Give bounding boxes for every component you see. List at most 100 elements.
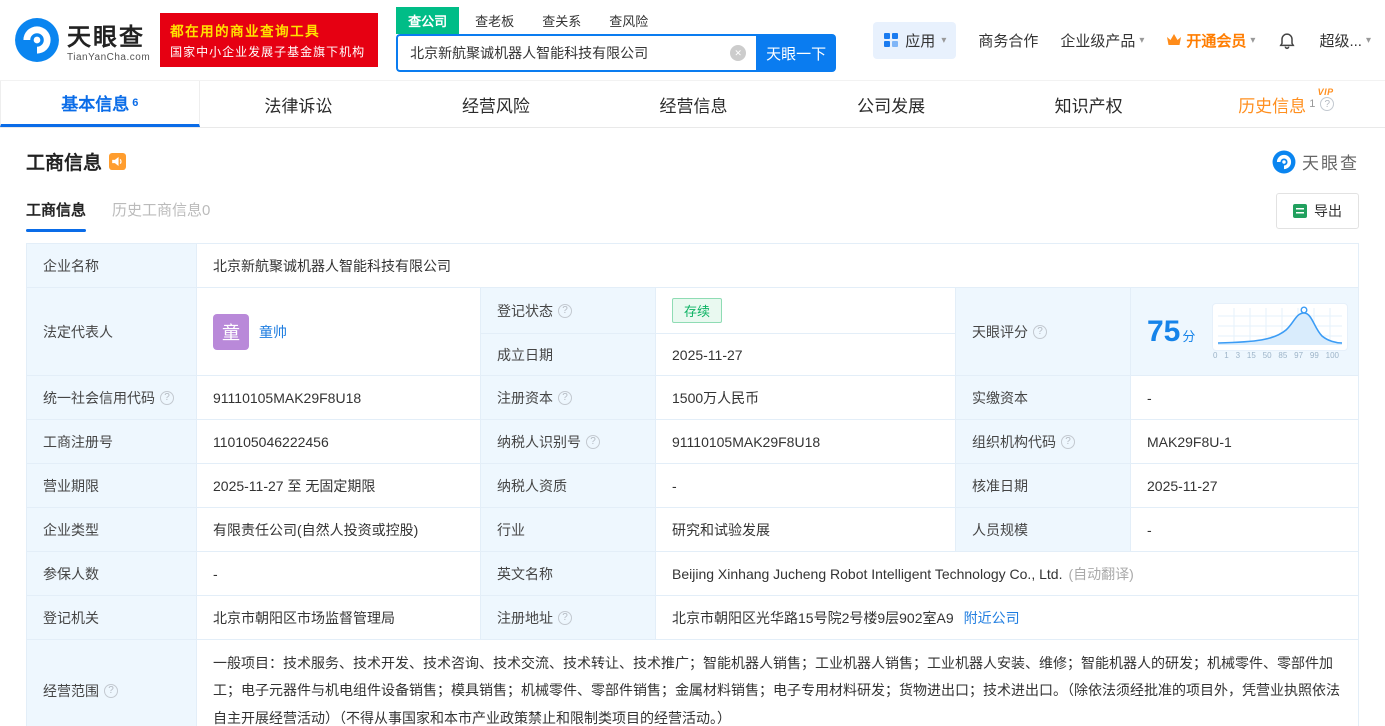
business-scope-value: 一般项目：技术服务、技术开发、技术咨询、技术交流、技术转让、技术推广；智能机器人… <box>213 655 1340 726</box>
subtab-business-info[interactable]: 工商信息 <box>26 199 87 232</box>
company-name-value: 北京新航聚诚机器人智能科技有限公司 <box>197 244 1359 288</box>
announcement-icon[interactable] <box>109 153 127 170</box>
help-icon[interactable]: ? <box>558 610 572 625</box>
score-axis: 0 1 3 15 50 85 97 99 100 <box>1212 351 1340 360</box>
field-label: 工商注册号 <box>27 420 197 464</box>
industry-value: 研究和试验发展 <box>656 508 956 552</box>
header-right: 应用 ▾ 商务合作 企业级产品 ▾ 开通会员 ▾ 超级... ▾ <box>873 21 1371 59</box>
legal-rep-link[interactable]: 童帅 <box>259 322 287 342</box>
company-type-value: 有限责任公司(自然人投资或控股) <box>197 508 481 552</box>
tab-history-info[interactable]: VIP 历史信息 1 ? <box>1187 81 1385 127</box>
help-icon[interactable]: ? <box>1061 434 1075 449</box>
vip-badge: VIP <box>1317 87 1334 97</box>
tab-company-development[interactable]: 公司发展 <box>792 81 990 127</box>
apps-menu[interactable]: 应用 ▾ <box>873 21 957 59</box>
caret-down-icon: ▾ <box>941 34 947 46</box>
tab-intellectual-property[interactable]: 知识产权 <box>990 81 1188 127</box>
search-tab-boss[interactable]: 查老板 <box>463 7 526 34</box>
tab-label: 知识产权 <box>1054 96 1123 116</box>
notifications-bell[interactable] <box>1277 30 1297 50</box>
table-row: 工商注册号 110105046222456 纳税人识别号 ? 91110105M… <box>27 420 1359 464</box>
help-icon[interactable]: ? <box>160 390 174 405</box>
section-title-text: 工商信息 <box>26 153 103 174</box>
help-icon[interactable]: ? <box>104 683 118 698</box>
tab-basic-info[interactable]: 基本信息 6 <box>0 81 200 127</box>
promo-line1: 都在用的商业查询工具 <box>170 24 321 39</box>
staff-size-value: - <box>1131 508 1359 552</box>
link-label: 企业级产品 <box>1060 32 1136 50</box>
search-tab-relation[interactable]: 查关系 <box>530 7 593 34</box>
tab-operation-info[interactable]: 经营信息 <box>595 81 793 127</box>
reg-capital-value: 1500万人民币 <box>656 376 956 420</box>
reg-number-value: 110105046222456 <box>197 420 481 464</box>
label-text: 统一社会信用代码 <box>43 389 155 406</box>
tab-label: 历史信息 <box>1238 96 1307 116</box>
table-row: 登记机关 北京市朝阳区市场监督管理局 注册地址 ? 北京市朝阳区光华路15号院2… <box>27 596 1359 640</box>
field-label: 天眼评分 ? <box>956 288 1131 376</box>
field-label: 登记状态 ? <box>481 288 656 334</box>
label-text: 经营范围 <box>43 682 99 699</box>
help-icon[interactable]: ? <box>586 434 600 449</box>
field-label: 法定代表人 <box>27 288 197 376</box>
help-icon[interactable]: ? <box>558 303 572 318</box>
label-text: 纳税人识别号 <box>497 433 581 450</box>
tab-label: 经营风险 <box>461 96 530 116</box>
table-row: 统一社会信用代码 ? 91110105MAK29F8U18 注册资本 ? 150… <box>27 376 1359 420</box>
promo-banner: 都在用的商业查询工具 国家中小企业发展子基金旗下机构 <box>160 13 379 67</box>
table-row: 企业类型 有限责任公司(自然人投资或控股) 行业 研究和试验发展 人员规模 - <box>27 508 1359 552</box>
link-business-cooperation[interactable]: 商务合作 <box>978 30 1038 51</box>
promo-line2: 国家中小企业发展子基金旗下机构 <box>170 45 366 59</box>
tab-legal-litigation[interactable]: 法律诉讼 <box>200 81 398 127</box>
link-label: 商务合作 <box>978 32 1039 50</box>
field-label: 营业期限 <box>27 464 197 508</box>
section-title: 工商信息 <box>26 148 127 175</box>
label-text: 登记状态 <box>497 302 553 319</box>
field-label: 纳税人资质 <box>481 464 656 508</box>
caret-down-icon: ▾ <box>1139 34 1145 46</box>
logo-text: 天眼查 TianYanCha.com <box>67 17 150 63</box>
vip-label: 开通会员 <box>1186 32 1247 50</box>
label-text: 注册地址 <box>497 609 553 626</box>
search-tab-risk[interactable]: 查风险 <box>597 7 660 34</box>
table-row: 参保人数 - 英文名称 Beijing Xinhang Jucheng Robo… <box>27 552 1359 596</box>
tianyancha-logo-icon <box>15 18 59 62</box>
auto-translate-note: (自动翻译) <box>1068 565 1134 582</box>
field-label: 注册资本 ? <box>481 376 656 420</box>
field-label: 参保人数 <box>27 552 197 596</box>
score-axis-tick: 1 <box>1224 351 1229 360</box>
tab-operation-risk[interactable]: 经营风险 <box>397 81 595 127</box>
help-icon[interactable]: ? <box>558 390 572 405</box>
section-watermark: 天眼查 <box>1272 149 1359 174</box>
crown-icon <box>1167 34 1182 45</box>
help-icon[interactable]: ? <box>1320 97 1335 111</box>
field-label: 实缴资本 <box>956 376 1131 420</box>
brand-domain: TianYanCha.com <box>67 52 151 63</box>
tianyan-score-cell[interactable]: 75 分 0 1 3 15 50 85 97 99 100 <box>1131 288 1359 376</box>
avatar[interactable]: 童 <box>213 313 249 350</box>
help-icon[interactable]: ? <box>1033 324 1047 339</box>
search-tab-company[interactable]: 查公司 <box>396 7 460 34</box>
user-menu[interactable]: 超级... ▾ <box>1319 30 1371 51</box>
field-label: 经营范围 ? <box>27 640 197 726</box>
subtab-history-business-info[interactable]: 历史工商信息0 <box>112 199 210 232</box>
search-button[interactable]: 天眼一下 <box>756 34 837 72</box>
taxpayer-quality-value: - <box>656 464 956 508</box>
export-label: 导出 <box>1314 203 1342 219</box>
field-label: 人员规模 <box>956 508 1131 552</box>
insured-count-value: - <box>197 552 481 596</box>
table-row: 法定代表人 童 童帅 登记状态 ? 存续 成立日期 2025-11-27 天眼评… <box>27 288 1359 376</box>
export-button[interactable]: 导出 <box>1276 193 1359 229</box>
nearby-companies-link[interactable]: 附近公司 <box>964 608 1020 628</box>
field-label: 统一社会信用代码 ? <box>27 376 197 420</box>
tab-label: 基本信息 <box>61 95 130 114</box>
caret-down-icon: ▾ <box>1250 34 1256 46</box>
label-text: 天眼评分 <box>972 323 1028 340</box>
org-code-value: MAK29F8U-1 <box>1131 420 1359 464</box>
tianyancha-logo[interactable]: 天眼查 TianYanCha.com <box>14 17 150 63</box>
link-enterprise-products[interactable]: 企业级产品 ▾ <box>1060 30 1144 51</box>
field-label: 纳税人识别号 ? <box>481 420 656 464</box>
label-text: 组织机构代码 <box>972 433 1056 450</box>
grid-icon <box>884 33 899 47</box>
open-vip-link[interactable]: 开通会员 ▾ <box>1166 30 1255 51</box>
search-input[interactable] <box>396 34 757 72</box>
